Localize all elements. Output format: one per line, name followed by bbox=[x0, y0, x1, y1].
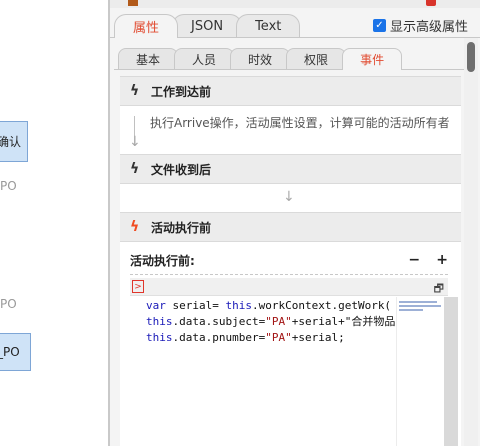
lightning-icon: ϟ bbox=[130, 161, 140, 177]
close-icon[interactable] bbox=[426, 0, 436, 6]
event-section-body-arrive: ↓ 执行Arrive操作，活动属性设置，计算可能的活动所有者 bbox=[120, 106, 461, 154]
event-section-header-before-execute[interactable]: ϟ 活动执行前 bbox=[120, 212, 461, 242]
event-title: 文件收到后 bbox=[151, 162, 212, 177]
flow-node-caption: PO bbox=[0, 297, 17, 311]
script-editor-section: 活动执行前: − + > 🗗 var serial= this.workCont… bbox=[120, 242, 461, 446]
flow-node-po[interactable]: _PO bbox=[0, 333, 31, 371]
minimap-line bbox=[399, 305, 441, 307]
tab-text[interactable]: Text bbox=[236, 14, 301, 38]
code-minimap[interactable] bbox=[396, 297, 444, 446]
main-tabs: 属性 JSON Text bbox=[114, 14, 301, 38]
minimap-line bbox=[399, 309, 423, 311]
separator bbox=[130, 274, 448, 275]
event-title: 活动执行前 bbox=[151, 220, 212, 235]
code-line: var serial= this.workContext.getWork( bbox=[146, 299, 392, 312]
flow-canvas[interactable]: 确认 PO PO _PO bbox=[0, 0, 108, 446]
code-line: this.data.pnumber="PA"+serial; bbox=[146, 331, 345, 344]
tab-divider bbox=[114, 69, 464, 70]
collapse-button[interactable]: − bbox=[408, 252, 420, 268]
flow-node-label: 确认 bbox=[0, 135, 22, 149]
lightning-icon: ϟ bbox=[130, 83, 140, 99]
checkbox-checked-icon[interactable]: ✓ bbox=[372, 19, 386, 32]
flow-node-caption: PO bbox=[0, 179, 17, 193]
show-advanced-label: 显示高级属性 bbox=[389, 20, 468, 35]
event-section-header-arrive[interactable]: ϟ 工作到达前 bbox=[120, 76, 461, 106]
tab-basic[interactable]: 基本 bbox=[118, 48, 179, 70]
tab-personnel[interactable]: 人员 bbox=[174, 48, 235, 70]
event-section-body-after-received: ↓ bbox=[120, 184, 461, 212]
editor-toolbar: > 🗗 bbox=[130, 278, 448, 296]
minimap-line bbox=[399, 301, 437, 303]
event-title: 工作到达前 bbox=[151, 84, 212, 99]
tab-properties[interactable]: 属性 bbox=[114, 14, 179, 38]
show-advanced-toggle[interactable]: ✓ 显示高级属性 bbox=[372, 16, 468, 35]
toolbar-icon[interactable] bbox=[128, 0, 138, 6]
expand-button[interactable]: + bbox=[436, 252, 448, 268]
flow-node-label: _PO bbox=[0, 345, 20, 359]
panel-scrollbar[interactable] bbox=[464, 38, 478, 446]
scrollbar-thumb[interactable] bbox=[467, 42, 475, 72]
arrow-down-icon: ↓ bbox=[283, 189, 295, 205]
script-title: 活动执行前: bbox=[130, 253, 195, 268]
sub-tabs: 基本 人员 时效 权限 事件 bbox=[118, 48, 403, 70]
script-type-icon[interactable]: > bbox=[132, 280, 144, 293]
code-line: this.data.subject="PA"+serial+"合并物品 bbox=[146, 315, 396, 328]
panel-top-toolbar bbox=[110, 0, 480, 8]
event-description: 执行Arrive操作，活动属性设置，计算可能的活动所有者 bbox=[150, 116, 450, 130]
tab-events[interactable]: 事件 bbox=[342, 48, 403, 70]
flow-node-confirm[interactable]: 确认 bbox=[0, 121, 28, 162]
editor-scrollbar[interactable] bbox=[444, 297, 458, 446]
tab-timeliness[interactable]: 时效 bbox=[230, 48, 291, 70]
event-section-header-after-received[interactable]: ϟ 文件收到后 bbox=[120, 154, 461, 184]
lightning-icon: ϟ bbox=[130, 219, 140, 235]
tab-permissions[interactable]: 权限 bbox=[286, 48, 347, 70]
property-panel: 属性 JSON Text ✓ 显示高级属性 基本 人员 时效 权限 事件 ϟ 工… bbox=[110, 0, 480, 446]
arrow-down-icon: ↓ bbox=[129, 134, 141, 150]
code-editor[interactable]: var serial= this.workContext.getWork( th… bbox=[130, 297, 396, 446]
script-header: 活动执行前: − + bbox=[130, 248, 448, 272]
tab-json[interactable]: JSON bbox=[172, 14, 243, 38]
